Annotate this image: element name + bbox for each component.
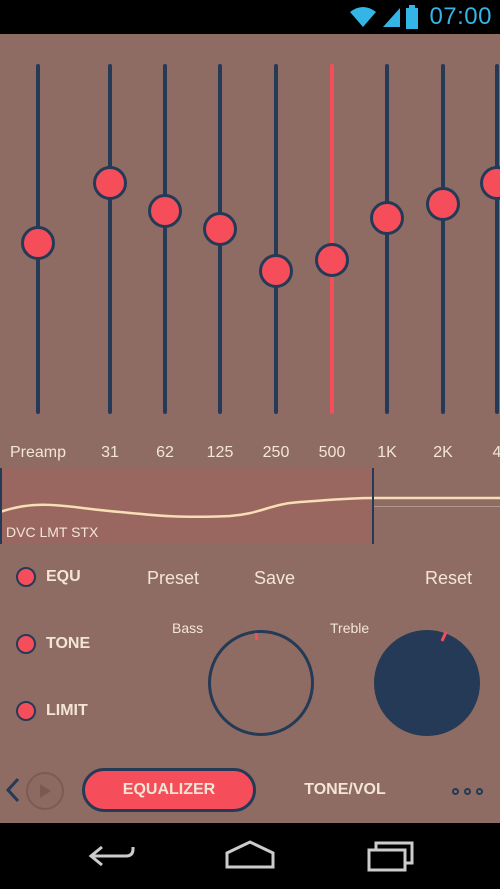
recent-apps-icon[interactable] (366, 839, 416, 873)
clock: 07:00 (429, 3, 492, 30)
toggle-tone-label: TONE (46, 635, 91, 652)
band-track-250[interactable] (274, 64, 278, 414)
preset-button[interactable]: Preset (147, 568, 199, 589)
more-options-icon[interactable] (448, 784, 486, 798)
toggle-equ-label: EQU (46, 568, 81, 585)
play-icon (40, 784, 51, 798)
status-bar: 07:00 (0, 0, 500, 34)
toggle-tone[interactable]: TONE (16, 634, 90, 654)
range-start-marker[interactable] (0, 468, 2, 544)
band-label-preamp: Preamp (9, 444, 67, 461)
bass-knob[interactable] (208, 630, 314, 736)
equalizer-app: Preamp 31 62 125 250 500 1K 2K 4 DVC LMT STX EQU… (0, 34, 500, 823)
band-label-125: 125 (206, 444, 234, 461)
curve-panel-label: DVC LMT STX (6, 524, 99, 540)
band-label-500: 500 (318, 444, 346, 461)
band-label-2k: 2K (433, 444, 453, 461)
back-icon[interactable] (88, 839, 136, 873)
tab-equalizer[interactable]: EQUALIZER (82, 768, 256, 812)
toggle-limit-label: LIMIT (46, 702, 88, 719)
band-label-4: 4 (492, 444, 500, 461)
band-label-250: 250 (262, 444, 290, 461)
band-track-62[interactable] (163, 64, 167, 414)
band-track-1k[interactable] (385, 64, 389, 414)
band-knob-125[interactable] (203, 211, 237, 246)
band-knob-preamp[interactable] (21, 225, 55, 260)
save-button[interactable]: Save (254, 568, 295, 589)
frequency-curve-panel: DVC LMT STX (0, 468, 500, 544)
toggle-limit-indicator (16, 701, 36, 721)
treble-label: Treble (330, 620, 370, 636)
toggle-tone-indicator (16, 634, 36, 654)
band-track-500[interactable] (330, 64, 334, 414)
band-knob-250[interactable] (259, 253, 293, 288)
reset-button[interactable]: Reset (425, 568, 472, 589)
band-knob-2k[interactable] (426, 187, 460, 221)
chevron-left-icon[interactable] (4, 776, 22, 804)
band-knob-500[interactable] (315, 243, 349, 277)
band-knob-4[interactable] (480, 166, 500, 200)
treble-knob[interactable] (374, 630, 480, 736)
band-track-4[interactable] (495, 64, 499, 414)
toggle-equ-indicator (16, 567, 36, 587)
home-icon[interactable] (224, 839, 276, 873)
band-knob-1k[interactable] (370, 201, 404, 235)
battery-icon (406, 5, 419, 29)
tab-tone-vol[interactable]: TONE/VOL (296, 781, 394, 799)
toggle-equ[interactable]: EQU (16, 567, 81, 587)
toggle-limit[interactable]: LIMIT (16, 701, 88, 721)
play-button[interactable] (26, 772, 64, 810)
band-track-31[interactable] (108, 64, 112, 414)
wifi-icon (350, 7, 377, 27)
navigation-bar (0, 823, 500, 889)
band-label-1k: 1K (377, 444, 397, 461)
band-knob-62[interactable] (148, 194, 182, 228)
signal-icon (383, 8, 401, 27)
band-label-62: 62 (156, 444, 174, 461)
range-end-marker[interactable] (372, 468, 374, 544)
band-label-31: 31 (101, 444, 119, 461)
bass-label: Bass (172, 620, 204, 636)
band-knob-31[interactable] (93, 166, 127, 200)
band-track-2k[interactable] (441, 64, 445, 414)
